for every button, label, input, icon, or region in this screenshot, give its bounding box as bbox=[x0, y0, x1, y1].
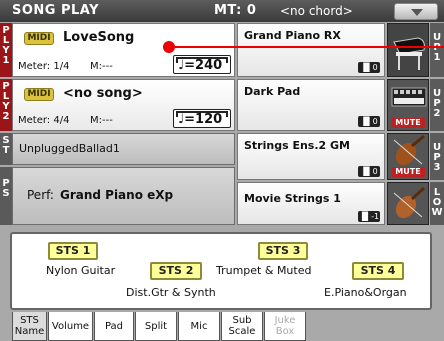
tab-label: Volume bbox=[51, 320, 90, 332]
midi-badge: MIDI bbox=[24, 88, 54, 101]
player2-meter: Meter: 4/4 bbox=[18, 115, 70, 126]
midi-badge: MIDI bbox=[24, 32, 54, 45]
tab-letter: T bbox=[2, 145, 10, 156]
sound-name: Dark Pad bbox=[244, 85, 301, 98]
player2-measure: M:--- bbox=[90, 115, 113, 126]
sts3-name: Trumpet & Muted bbox=[216, 264, 312, 277]
performance-selector[interactable]: Perf: Grand Piano eXp bbox=[12, 167, 235, 225]
player1-song[interactable]: MIDI LoveSong Meter: 1/4 M:--- ♩=240 bbox=[12, 23, 235, 77]
sts1-button[interactable]: STS 1 bbox=[48, 242, 98, 260]
tab-pad[interactable]: Pad bbox=[94, 312, 134, 341]
player1-meter: Meter: 1/4 bbox=[18, 61, 70, 72]
upper2-tab[interactable]: U P 2 bbox=[430, 79, 444, 131]
sound-upper1[interactable]: Grand Piano RX ▐▌0 bbox=[237, 23, 385, 77]
sts4-name: E.Piano&Organ bbox=[324, 286, 407, 299]
tab-label: Pad bbox=[104, 320, 124, 332]
violin-icon[interactable]: MUTE bbox=[387, 133, 429, 180]
tab-label: Juke Box bbox=[274, 315, 296, 337]
sound-name: Grand Piano RX bbox=[244, 29, 341, 42]
header-bar: SONG PLAY MT: 0 <no chord> bbox=[0, 0, 444, 22]
sound-lower[interactable]: Movie Strings 1 ▐▌-1 bbox=[237, 182, 385, 225]
tab-mic[interactable]: Mic bbox=[178, 312, 220, 341]
tab-label: STS Name bbox=[14, 315, 45, 337]
player1-tempo[interactable]: ♩=240 bbox=[173, 55, 231, 74]
style-name: UnpluggedBallad1 bbox=[19, 142, 120, 155]
page-title: SONG PLAY bbox=[12, 3, 100, 18]
octave-badge: ▐▌0 bbox=[358, 116, 380, 127]
sound-upper3[interactable]: Strings Ens.2 GM ▐▌0 bbox=[237, 133, 385, 180]
player1-tab[interactable]: P L Y 1 bbox=[0, 23, 12, 77]
player2-tab[interactable]: P L Y 2 bbox=[0, 79, 12, 131]
callout-dot bbox=[163, 41, 175, 53]
tempo-value: ♩=120 bbox=[178, 112, 223, 127]
mute-indicator: MUTE bbox=[391, 167, 425, 177]
player2-song-name: <no song> bbox=[63, 86, 143, 101]
sound-name: Movie Strings 1 bbox=[244, 192, 341, 205]
upper3-tab[interactable]: U P 3 bbox=[430, 133, 444, 180]
song-play-screen: SONG PLAY MT: 0 <no chord> P L Y 1 MIDI … bbox=[0, 0, 444, 341]
performance-tab[interactable]: P S bbox=[0, 167, 12, 225]
tab-juke-box[interactable]: Juke Box bbox=[264, 312, 306, 341]
performance-label: Perf: Grand Piano eXp bbox=[27, 188, 173, 202]
tab-letter: 1 bbox=[2, 55, 10, 66]
synth-keyboard-icon[interactable]: MUTE bbox=[387, 79, 429, 131]
octave-badge: ▐▌0 bbox=[358, 62, 380, 73]
tab-sub-scale[interactable]: Sub Scale bbox=[221, 312, 263, 341]
grand-piano-icon[interactable] bbox=[387, 23, 429, 77]
tab-volume[interactable]: Volume bbox=[48, 312, 93, 341]
sts1-name: Nylon Guitar bbox=[46, 264, 116, 277]
master-transpose: MT: 0 bbox=[214, 3, 257, 18]
lower-tab[interactable]: L O W bbox=[430, 182, 444, 225]
tab-letter: W bbox=[431, 207, 443, 218]
tab-letter: 1 bbox=[433, 52, 441, 63]
tab-letter: S bbox=[2, 188, 10, 199]
performance-name: Grand Piano eXp bbox=[59, 188, 174, 202]
sound-name: Strings Ens.2 GM bbox=[244, 139, 350, 152]
octave-badge: ▐▌-1 bbox=[358, 211, 380, 222]
sts4-button[interactable]: STS 4 bbox=[352, 262, 404, 280]
tab-letter: 3 bbox=[433, 162, 441, 173]
tab-label: Sub Scale bbox=[228, 315, 256, 337]
sound-upper2[interactable]: Dark Pad ▐▌0 bbox=[237, 79, 385, 131]
player1-song-name: LoveSong bbox=[63, 30, 135, 45]
octave-badge: ▐▌0 bbox=[358, 166, 380, 177]
upper1-tab[interactable]: U P 1 bbox=[430, 23, 444, 77]
violin-icon[interactable] bbox=[387, 182, 429, 225]
tab-label: Mic bbox=[190, 320, 208, 332]
page-menu-button[interactable] bbox=[394, 3, 438, 20]
style-selector[interactable]: UnpluggedBallad1 bbox=[12, 133, 235, 165]
tab-split[interactable]: Split bbox=[135, 312, 177, 341]
style-tab[interactable]: S T bbox=[0, 133, 12, 165]
sts3-button[interactable]: STS 3 bbox=[258, 242, 308, 260]
sts-panel: STS 1 Nylon Guitar STS 2 Dist.Gtr & Synt… bbox=[10, 232, 432, 310]
mute-indicator: MUTE bbox=[391, 118, 425, 128]
tab-letter: 2 bbox=[433, 108, 441, 119]
sts2-name: Dist.Gtr & Synth bbox=[126, 286, 216, 299]
player2-tempo[interactable]: ♩=120 bbox=[173, 109, 231, 128]
chord-display: <no chord> bbox=[280, 4, 353, 18]
tempo-value: ♩=240 bbox=[178, 58, 223, 73]
callout-line bbox=[168, 46, 444, 48]
sts2-button[interactable]: STS 2 bbox=[150, 262, 202, 280]
tab-label: Split bbox=[144, 320, 168, 332]
tab-sts-name[interactable]: STS Name bbox=[12, 312, 47, 341]
tab-letter: 2 bbox=[2, 111, 10, 122]
player1-measure: M:--- bbox=[90, 61, 113, 72]
player2-song[interactable]: MIDI <no song> Meter: 4/4 M:--- ♩=120 bbox=[12, 79, 235, 131]
perf-prefix: Perf: bbox=[27, 188, 54, 202]
triangle-down-icon bbox=[411, 9, 423, 16]
